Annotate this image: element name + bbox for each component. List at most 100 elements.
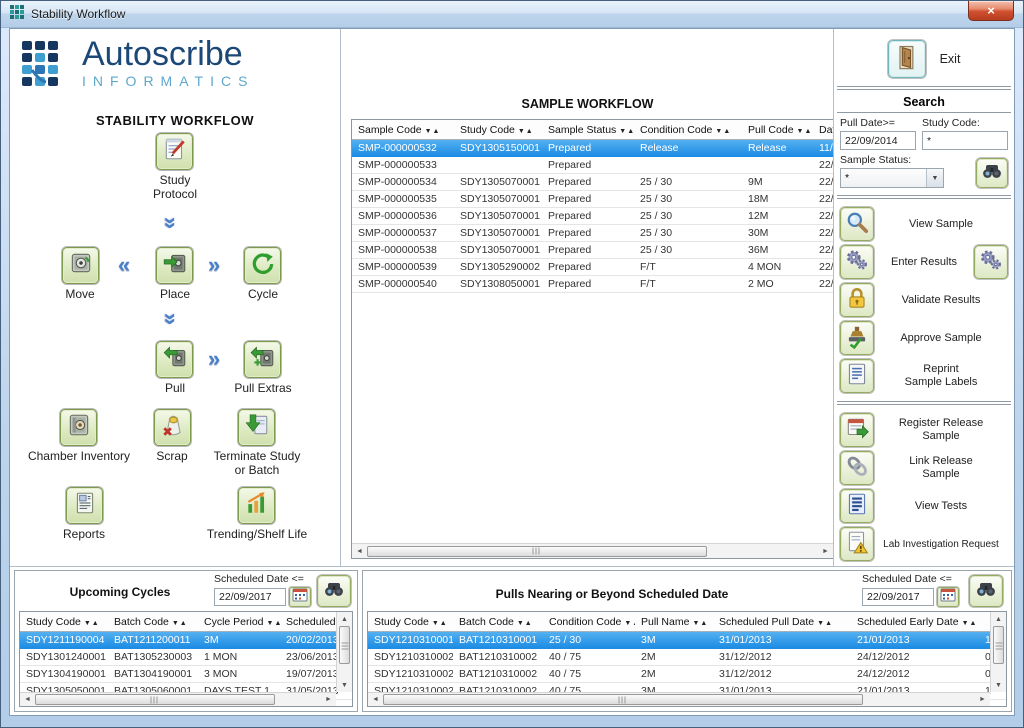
scroll-left-arrow[interactable]: ◄ bbox=[368, 693, 383, 706]
table-cell: 25 / 30 bbox=[634, 242, 742, 258]
scroll-left-arrow[interactable]: ◄ bbox=[20, 693, 35, 706]
chamber-inventory-button[interactable] bbox=[60, 409, 97, 446]
sort-icons: ▼▲ bbox=[432, 620, 448, 627]
column-header[interactable]: Pull Name▼▲ bbox=[635, 612, 713, 631]
pull-button[interactable] bbox=[156, 341, 193, 378]
scrollbar-thumb[interactable] bbox=[367, 546, 707, 557]
lab-investigation-request-button[interactable] bbox=[840, 527, 874, 561]
table-row[interactable]: SMP-000000534SDY1305070001Prepared25 / 3… bbox=[352, 174, 833, 191]
table-cell: Prepared bbox=[542, 191, 634, 207]
scrollbar-thumb[interactable] bbox=[993, 626, 1004, 664]
approve-sample-button[interactable] bbox=[840, 321, 874, 355]
table-row[interactable]: SMP-000000535SDY1305070001Prepared25 / 3… bbox=[352, 191, 833, 208]
scheduled-date-input[interactable] bbox=[862, 588, 934, 606]
horizontal-scrollbar[interactable]: ◄ ► bbox=[368, 692, 990, 706]
place-button[interactable] bbox=[156, 247, 193, 284]
study-code-input[interactable] bbox=[922, 131, 1008, 150]
move-button[interactable] bbox=[62, 247, 99, 284]
column-header[interactable]: Sample Code▼▲ bbox=[352, 120, 454, 139]
column-header[interactable]: Scheduled Pull Date▼▲ bbox=[713, 612, 851, 631]
column-header[interactable]: Sample Status▼▲ bbox=[542, 120, 634, 139]
column-header[interactable]: Pull Code▼▲ bbox=[742, 120, 813, 139]
close-button[interactable]: × bbox=[968, 1, 1014, 21]
view-tests-button[interactable] bbox=[840, 489, 874, 523]
reprint-sample-labels-button[interactable] bbox=[840, 359, 874, 393]
scrollbar-thumb[interactable] bbox=[35, 694, 275, 705]
pulls-nearing-title: Pulls Nearing or Beyond Scheduled Date bbox=[363, 587, 861, 601]
column-header[interactable]: Batch Code▼▲ bbox=[108, 612, 198, 631]
cycle-button[interactable] bbox=[244, 247, 281, 284]
enter-results-alt-button[interactable] bbox=[974, 245, 1008, 279]
column-header[interactable]: Scheduled Early Date▼▲ bbox=[851, 612, 979, 631]
enter-results-button[interactable] bbox=[840, 245, 874, 279]
action-label: Reprint Sample Labels bbox=[874, 363, 1008, 389]
sample-status-dropdown[interactable]: * ▼ bbox=[840, 168, 944, 188]
column-header[interactable]: Cycle Period▼▲ bbox=[198, 612, 280, 631]
column-header[interactable]: Study Code▼▲ bbox=[454, 120, 542, 139]
table-row[interactable]: SMP-000000539SDY1305290002PreparedF/T4 M… bbox=[352, 259, 833, 276]
terminate-button[interactable] bbox=[238, 409, 275, 446]
scroll-left-arrow[interactable]: ◄ bbox=[352, 545, 367, 558]
search-button[interactable] bbox=[317, 575, 351, 607]
calendar-button[interactable] bbox=[937, 587, 959, 607]
scroll-right-arrow[interactable]: ► bbox=[975, 693, 990, 706]
horizontal-scrollbar[interactable]: ◄ ► bbox=[20, 692, 336, 706]
scroll-up-arrow[interactable]: ▲ bbox=[338, 612, 352, 626]
scroll-right-arrow[interactable]: ► bbox=[818, 545, 833, 558]
pull-extras-button[interactable] bbox=[244, 341, 281, 378]
table-cell: SMP-000000534 bbox=[352, 174, 454, 190]
pull-date-input[interactable] bbox=[840, 131, 916, 150]
table-cell: Prepared bbox=[542, 225, 634, 241]
table-row[interactable]: SDY1210310001BAT121031000125 / 303M31/01… bbox=[368, 632, 1006, 649]
column-header[interactable]: Batch Code▼▲ bbox=[453, 612, 543, 631]
vertical-scrollbar[interactable]: ▲ ▼ bbox=[990, 612, 1006, 692]
trending-button[interactable] bbox=[238, 487, 275, 524]
scroll-up-arrow[interactable]: ▲ bbox=[992, 612, 1006, 626]
table-cell: 36M bbox=[742, 242, 813, 258]
table-cell: SMP-000000538 bbox=[352, 242, 454, 258]
table-cell: 22/0 bbox=[813, 157, 834, 173]
scrollbar-thumb[interactable] bbox=[383, 694, 863, 705]
horizontal-scrollbar[interactable]: ◄ ► bbox=[352, 543, 833, 558]
table-row[interactable]: SMP-000000533Prepared22/0 bbox=[352, 157, 833, 174]
table-cell: F/T bbox=[634, 259, 742, 275]
table-cell: 18M bbox=[742, 191, 813, 207]
calendar-icon bbox=[292, 587, 308, 607]
table-cell: 1 MON bbox=[198, 649, 280, 665]
study-protocol-button[interactable] bbox=[156, 133, 193, 170]
calendar-button[interactable] bbox=[289, 587, 311, 607]
action-label: Lab Investigation Request bbox=[874, 538, 1008, 551]
calendar-icon bbox=[940, 587, 956, 607]
scrollbar-thumb[interactable] bbox=[339, 626, 350, 664]
table-row[interactable]: SMP-000000538SDY1305070001Prepared25 / 3… bbox=[352, 242, 833, 259]
search-button[interactable] bbox=[976, 158, 1008, 188]
table-row[interactable]: SDY1301240001BAT13052300031 MON23/06/201… bbox=[20, 649, 352, 666]
exit-button[interactable] bbox=[888, 40, 926, 78]
table-row[interactable]: SMP-000000532SDY1305150001PreparedReleas… bbox=[352, 140, 833, 157]
table-cell: Prepared bbox=[542, 208, 634, 224]
scheduled-date-input[interactable] bbox=[214, 588, 286, 606]
table-row[interactable]: SDY1210310002BAT121031000240 / 752M31/12… bbox=[368, 666, 1006, 683]
table-row[interactable]: SDY1304190001BAT13041900013 MON19/07/201… bbox=[20, 666, 352, 683]
column-header[interactable]: Condition Code▼▲ bbox=[634, 120, 742, 139]
table-row[interactable]: SMP-000000540SDY1308050001PreparedF/T2 M… bbox=[352, 276, 833, 293]
view-sample-button[interactable] bbox=[840, 207, 874, 241]
scroll-down-arrow[interactable]: ▼ bbox=[338, 678, 352, 692]
vertical-scrollbar[interactable]: ▲ ▼ bbox=[336, 612, 352, 692]
column-header[interactable]: Condition Code▼▲ bbox=[543, 612, 635, 631]
titlebar: Stability Workflow × bbox=[1, 1, 1023, 28]
register-release-sample-button[interactable] bbox=[840, 413, 874, 447]
scroll-right-arrow[interactable]: ► bbox=[321, 693, 336, 706]
link-release-sample-button[interactable] bbox=[840, 451, 874, 485]
table-row[interactable]: SMP-000000537SDY1305070001Prepared25 / 3… bbox=[352, 225, 833, 242]
validate-results-button[interactable] bbox=[840, 283, 874, 317]
column-header[interactable]: Study Code▼▲ bbox=[20, 612, 108, 631]
column-header[interactable]: Study Code▼▲ bbox=[368, 612, 453, 631]
table-row[interactable]: SMP-000000536SDY1305070001Prepared25 / 3… bbox=[352, 208, 833, 225]
scroll-down-arrow[interactable]: ▼ bbox=[992, 678, 1006, 692]
scrap-button[interactable] bbox=[154, 409, 191, 446]
table-row[interactable]: SDY1211190004BAT12112000113M20/02/2013 bbox=[20, 632, 352, 649]
reports-button[interactable] bbox=[66, 487, 103, 524]
search-button[interactable] bbox=[969, 575, 1003, 607]
table-row[interactable]: SDY1210310002BAT121031000240 / 752M31/12… bbox=[368, 649, 1006, 666]
